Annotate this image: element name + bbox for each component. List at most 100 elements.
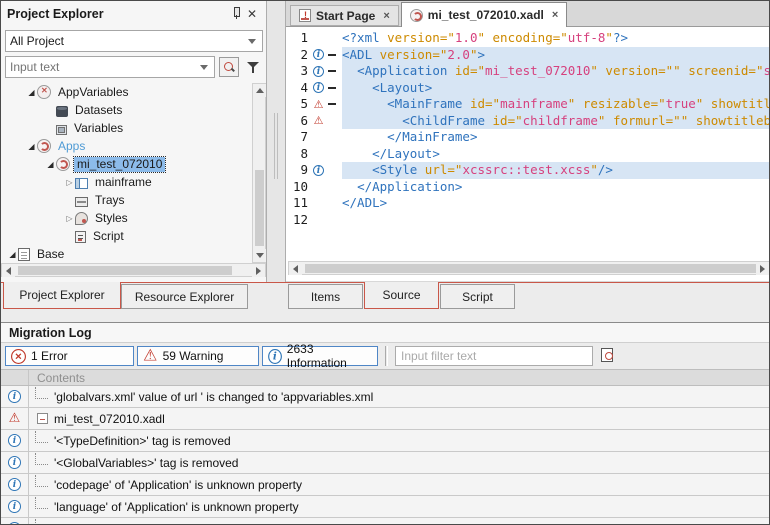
tree-elbow-line (35, 453, 48, 465)
line-number: 10 (286, 179, 308, 196)
log-row-text: 'mainframeurl' of 'Application' is unkno… (54, 522, 319, 525)
scroll-right-button[interactable] (252, 264, 265, 277)
project-filter-dropdown[interactable]: All Project (5, 30, 263, 52)
line-number: 8 (286, 146, 308, 163)
log-row[interactable]: '<TypeDefinition>' tag is removed (1, 430, 770, 452)
tab-close-icon[interactable]: × (383, 10, 389, 22)
tab-mi-test-072010-xadl[interactable]: mi_test_072010.xadl × (401, 2, 568, 27)
scroll-thumb[interactable] (18, 266, 232, 275)
tree-search-combo[interactable] (5, 56, 215, 78)
expander-icon[interactable]: ▷ (64, 214, 75, 223)
filter-button[interactable] (243, 57, 263, 77)
info-filter-button[interactable]: 2633 Information (262, 346, 378, 366)
code-line-7[interactable]: 7 </MainFrame> (286, 129, 770, 146)
scroll-right-button[interactable] (756, 262, 769, 275)
expander-icon[interactable]: ▷ (64, 178, 75, 187)
log-filter-bar: 1 Error 59 Warning 2633 Information (1, 343, 770, 369)
tree-item-styles[interactable]: ▷Styles (1, 209, 251, 227)
collapse-box-icon[interactable] (37, 413, 48, 424)
code-line-6[interactable]: 6 <ChildFrame id="childframe" formurl=""… (286, 113, 770, 130)
log-row[interactable]: 'globalvars.xml' value of url ' is chang… (1, 386, 770, 408)
gutter: 3 (286, 63, 342, 80)
code-text: <Style url="xcssrc::test.xcss"/> (342, 162, 770, 179)
separator (385, 346, 386, 366)
code-editor[interactable]: 1<?xml version="1.0" encoding="utf-8"?>2… (286, 27, 770, 281)
datasets-icon (56, 106, 68, 117)
tab-project-explorer[interactable]: Project Explorer (3, 282, 121, 309)
code-line-4[interactable]: 4 <Layout> (286, 80, 770, 97)
chevron-down-icon (248, 39, 256, 44)
code-line-12[interactable]: 12 (286, 212, 770, 229)
tree-item-script[interactable]: Script (1, 227, 251, 245)
tree-search-input[interactable] (10, 60, 200, 74)
mainframe-icon (75, 178, 88, 189)
scroll-down-button[interactable] (253, 249, 266, 262)
pin-icon[interactable] (228, 6, 244, 23)
tab-label: Resource Explorer (135, 290, 234, 304)
tab-close-icon[interactable]: × (552, 9, 558, 21)
fold-marker[interactable] (326, 54, 338, 56)
panel-splitter[interactable] (267, 1, 285, 311)
tree-item-datasets[interactable]: Datasets (1, 101, 251, 119)
log-row-text: 'language' of 'Application' is unknown p… (54, 500, 299, 514)
log-row[interactable]: 'codepage' of 'Application' is unknown p… (1, 474, 770, 496)
tab-start-page[interactable]: Start Page × (290, 5, 399, 26)
tree-item-base[interactable]: ◢Base (1, 245, 251, 263)
close-icon[interactable]: ✕ (244, 7, 260, 21)
scroll-thumb[interactable] (255, 170, 264, 246)
tree-item-apps[interactable]: ◢Apps (1, 137, 251, 155)
error-filter-button[interactable]: 1 Error (5, 346, 134, 366)
log-row[interactable]: '<GlobalVariables>' tag is removed (1, 452, 770, 474)
tree-item-variables[interactable]: Variables (1, 119, 251, 137)
tree-item-mainframe[interactable]: ▷mainframe (1, 173, 251, 191)
editor-horizontal-scrollbar[interactable] (288, 261, 770, 275)
log-search-button[interactable] (597, 346, 617, 366)
code-line-9[interactable]: 9 <Style url="xcssrc::test.xcss"/> (286, 162, 770, 179)
code-line-3[interactable]: 3 <Application id="mi_test_072010" versi… (286, 63, 770, 80)
scroll-up-button[interactable] (253, 84, 266, 97)
code-line-8[interactable]: 8 </Layout> (286, 146, 770, 163)
expander-icon[interactable]: ◢ (7, 250, 18, 259)
tree-vertical-scrollbar[interactable] (252, 83, 266, 263)
log-row[interactable]: 'mainframeurl' of 'Application' is unkno… (1, 518, 770, 525)
tab-source[interactable]: Source (364, 282, 439, 309)
info-marker-icon (313, 49, 324, 60)
code-line-11[interactable]: 11</ADL> (286, 195, 770, 212)
scroll-thumb[interactable] (305, 264, 757, 273)
log-row[interactable]: 'language' of 'Application' is unknown p… (1, 496, 770, 518)
line-number: 2 (286, 47, 308, 64)
tree-horizontal-scrollbar[interactable] (1, 263, 266, 277)
expander-icon[interactable]: ◢ (45, 160, 56, 169)
tab-script[interactable]: Script (440, 284, 515, 309)
tab-label: Items (311, 290, 340, 304)
code-line-1[interactable]: 1<?xml version="1.0" encoding="utf-8"?> (286, 30, 770, 47)
warning-marker-icon (314, 99, 324, 110)
tree-elbow-line (35, 387, 48, 399)
expander-icon[interactable]: ◢ (26, 88, 37, 97)
scroll-left-button[interactable] (289, 262, 302, 275)
gutter: 9 (286, 162, 342, 179)
log-row-text: 'codepage' of 'Application' is unknown p… (54, 478, 302, 492)
line-number: 3 (286, 63, 308, 80)
code-line-10[interactable]: 10 </Application> (286, 179, 770, 196)
fold-marker[interactable] (326, 87, 338, 89)
fold-marker[interactable] (326, 103, 338, 105)
scroll-left-button[interactable] (2, 264, 15, 277)
tree-item-mi-test-072010[interactable]: ◢mi_test_072010 (1, 155, 251, 173)
warning-filter-button[interactable]: 59 Warning (137, 346, 259, 366)
search-button[interactable] (219, 57, 239, 77)
code-line-5[interactable]: 5 <MainFrame id="mainframe" resizable="t… (286, 96, 770, 113)
expander-icon[interactable]: ◢ (26, 142, 37, 151)
tab-resource-explorer[interactable]: Resource Explorer (121, 284, 248, 309)
tree-search-row (5, 56, 263, 78)
script-icon (75, 231, 86, 243)
tree-item-appvariables[interactable]: ◢AppVariables (1, 83, 251, 101)
code-line-2[interactable]: 2<ADL version="2.0"> (286, 47, 770, 64)
fold-marker[interactable] (326, 70, 338, 72)
log-row[interactable]: mi_test_072010.xadl (1, 408, 770, 430)
info-marker-icon (313, 165, 324, 176)
log-filter-input[interactable] (395, 346, 593, 366)
tree-item-trays[interactable]: Trays (1, 191, 251, 209)
code-text: </MainFrame> (342, 129, 770, 146)
tab-items[interactable]: Items (288, 284, 363, 309)
